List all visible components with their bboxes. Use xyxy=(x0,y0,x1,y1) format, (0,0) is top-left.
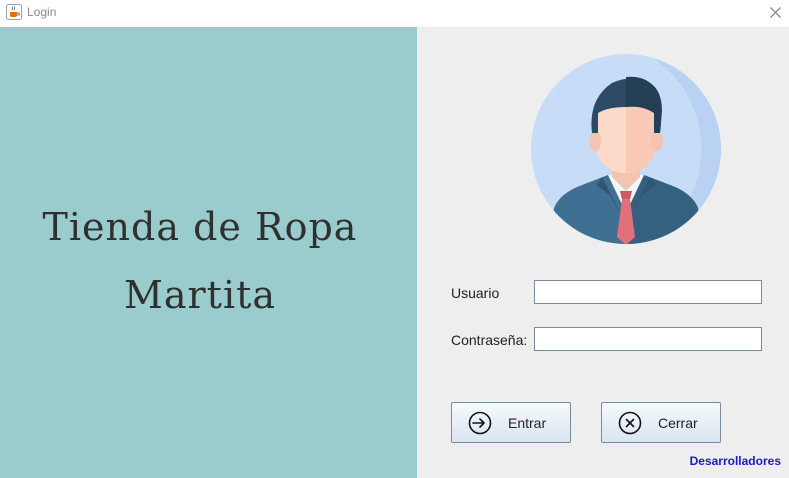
title-bar: Login xyxy=(0,0,789,27)
username-input[interactable] xyxy=(534,280,762,304)
enter-button[interactable]: Entrar xyxy=(451,402,571,443)
login-arrow-icon xyxy=(468,411,492,435)
close-circle-icon xyxy=(618,411,642,435)
enter-button-label: Entrar xyxy=(508,415,547,431)
store-name-line2: Martita xyxy=(123,273,277,317)
store-name-line1: Tienda de Ropa xyxy=(42,205,358,249)
cancel-button[interactable]: Cerrar xyxy=(601,402,721,443)
user-avatar-icon xyxy=(531,54,721,244)
close-icon xyxy=(770,6,781,18)
java-cup-icon xyxy=(6,4,22,20)
cancel-button-label: Cerrar xyxy=(658,415,698,431)
window-close-button[interactable] xyxy=(762,0,789,24)
developers-link[interactable]: Desarrolladores xyxy=(690,454,781,468)
store-name: Tienda de Ropa Martita xyxy=(0,193,400,329)
password-label: Contraseña: xyxy=(451,332,528,348)
username-label: Usuario xyxy=(451,285,500,301)
password-input[interactable] xyxy=(534,327,762,351)
window-title: Login xyxy=(27,5,57,19)
login-panel: Usuario Contraseña: Entrar Cerrar Desarr… xyxy=(417,27,789,478)
brand-panel: Tienda de Ropa Martita xyxy=(0,27,417,478)
